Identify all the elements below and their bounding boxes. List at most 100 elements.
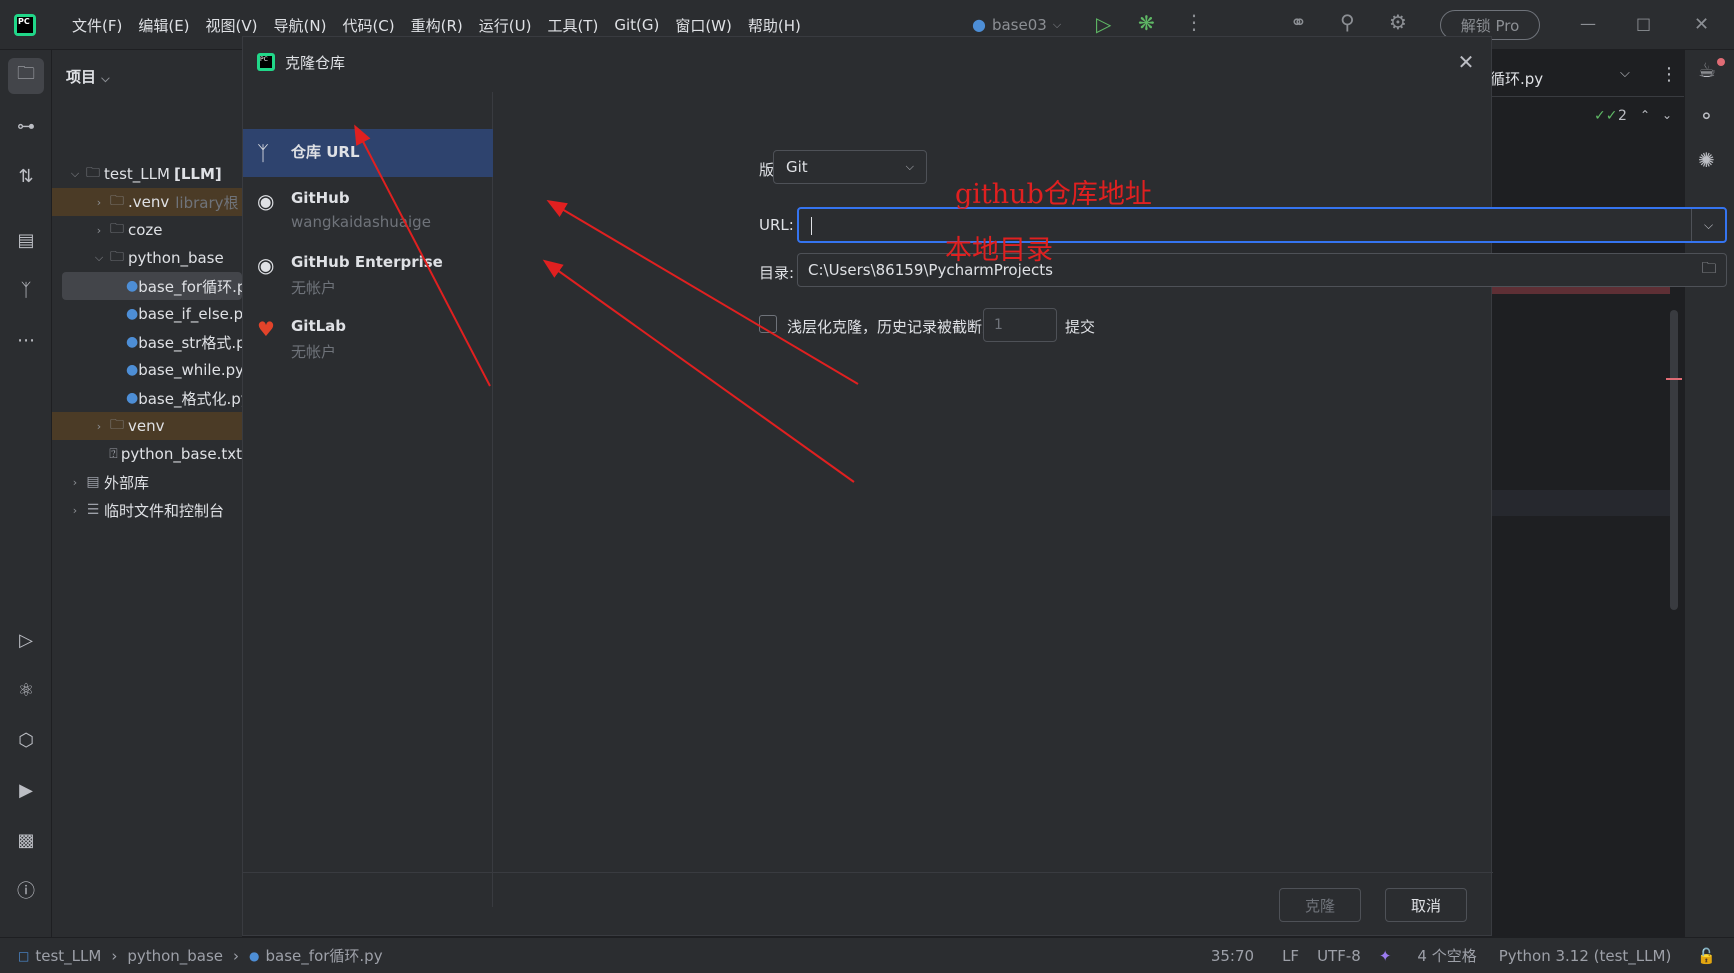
url-field[interactable]: ⌵ bbox=[797, 207, 1727, 243]
python-file-icon: ● bbox=[126, 362, 139, 378]
search-icon[interactable]: ⚲ bbox=[1340, 12, 1355, 32]
provider-repository-url[interactable]: ᛉ 仓库 URL bbox=[243, 129, 493, 177]
services-icon[interactable]: ▶ bbox=[8, 772, 44, 808]
shallow-depth-input[interactable]: 1 bbox=[983, 308, 1057, 342]
minimize-icon[interactable]: — bbox=[1580, 14, 1596, 33]
chevron-down-icon[interactable]: ⌵ bbox=[68, 167, 82, 181]
pycharm-logo-icon: PC bbox=[257, 53, 275, 71]
menu-navigate[interactable]: 导航(N) bbox=[266, 15, 335, 36]
tree-item-coze[interactable]: › 🗀 coze bbox=[52, 216, 242, 244]
gear-icon[interactable]: ⚙ bbox=[1389, 12, 1407, 32]
caret-position[interactable]: 35:70 bbox=[1211, 947, 1254, 965]
python-interpreter[interactable]: Python 3.12 (test_LLM) bbox=[1499, 947, 1672, 965]
close-window-icon[interactable]: ✕ bbox=[1694, 14, 1709, 35]
lock-icon[interactable]: 🔓 bbox=[1697, 947, 1716, 965]
menu-window[interactable]: 窗口(W) bbox=[667, 15, 740, 36]
menu-tools[interactable]: 工具(T) bbox=[539, 15, 606, 36]
provider-gitlab[interactable]: ♥ GitLab 无帐户 bbox=[243, 305, 493, 369]
folder-icon: 🗀 bbox=[110, 249, 124, 265]
tab-more-icon[interactable]: ⋮ bbox=[1660, 64, 1678, 85]
tree-item-text-file[interactable]: ⍰ python_base.txt bbox=[52, 440, 242, 468]
cancel-button[interactable]: 取消 bbox=[1385, 888, 1467, 922]
provider-github-enterprise[interactable]: ◉ GitHub Enterprise 无帐户 bbox=[243, 241, 493, 305]
chevron-right-icon[interactable]: › bbox=[92, 196, 106, 209]
notifications-icon[interactable]: ☕ bbox=[1698, 58, 1716, 82]
more-tools-icon[interactable]: ⋯ bbox=[8, 322, 44, 358]
project-pane-title[interactable]: 项目 ⌵ bbox=[66, 66, 110, 87]
vcs-select[interactable]: Git ⌵ bbox=[773, 150, 927, 184]
chevron-right-icon[interactable]: › bbox=[92, 420, 106, 433]
git-branch-icon[interactable]: ᛉ bbox=[8, 272, 44, 308]
editor-tab-label[interactable]: 循环.py bbox=[1490, 68, 1543, 89]
ai-assistant-icon[interactable]: ⚬ bbox=[1698, 104, 1715, 128]
directory-input[interactable] bbox=[798, 254, 1692, 286]
vertical-scrollbar[interactable] bbox=[1670, 310, 1678, 610]
url-input[interactable] bbox=[799, 209, 1691, 241]
more-actions-icon[interactable]: ⋮ bbox=[1184, 12, 1204, 32]
pycharm-logo-icon[interactable]: PC bbox=[14, 14, 36, 36]
menu-git[interactable]: Git(G) bbox=[606, 16, 667, 34]
shallow-clone-label: 浅层化克隆，历史记录被截断为 bbox=[787, 318, 998, 336]
clone-button[interactable]: 克隆 bbox=[1279, 888, 1361, 922]
tree-item-root[interactable]: ⌵ 🗀 test_LLM [LLM] bbox=[52, 160, 242, 188]
prev-highlight-icon[interactable]: ⌃ bbox=[1640, 108, 1650, 122]
maximize-icon[interactable]: □ bbox=[1636, 14, 1651, 33]
run-config-label: base03 bbox=[991, 16, 1047, 34]
file-encoding[interactable]: UTF-8 bbox=[1317, 947, 1361, 965]
problems-icon[interactable]: ⓘ bbox=[8, 872, 44, 908]
clone-repository-dialog: PC 克隆仓库 ✕ ᛉ 仓库 URL ◉ GitHub wangkaidashu… bbox=[242, 36, 1727, 936]
folder-icon[interactable]: 🗀 bbox=[8, 58, 44, 94]
chevron-right-icon[interactable]: › bbox=[68, 504, 82, 517]
error-stripe-mark[interactable] bbox=[1666, 378, 1682, 380]
tree-item-file[interactable]: ● base_str格式.py bbox=[52, 328, 242, 356]
shallow-clone-checkbox[interactable] bbox=[759, 315, 777, 333]
breadcrumb-project[interactable]: test_LLM bbox=[35, 947, 101, 965]
python-console-icon[interactable]: ⚛ bbox=[8, 672, 44, 708]
tree-item-file[interactable]: ● base_格式化.py bbox=[52, 384, 242, 412]
terminal-icon[interactable]: ▩ bbox=[8, 822, 44, 858]
commit-icon[interactable]: ⊶ bbox=[8, 108, 44, 144]
directory-field[interactable]: 🗀 bbox=[797, 253, 1727, 287]
breadcrumb-folder[interactable]: python_base bbox=[127, 947, 223, 965]
inspection-check-icon[interactable]: ✓✓ bbox=[1594, 108, 1617, 124]
tree-item-venv[interactable]: › 🗀 venv bbox=[52, 412, 242, 440]
url-history-chevron-icon[interactable]: ⌵ bbox=[1691, 209, 1725, 241]
project-pane: 项目 ⌵ ⌵ 🗀 test_LLM [LLM] › 🗀 .venv librar… bbox=[52, 50, 242, 937]
menu-code[interactable]: 代码(C) bbox=[334, 15, 402, 36]
menu-view[interactable]: 视图(V) bbox=[198, 15, 266, 36]
tree-item-file[interactable]: ● base_if_else.py bbox=[52, 300, 242, 328]
ai-chat-icon[interactable]: ✺ bbox=[1698, 148, 1715, 172]
indent-setting[interactable]: 4 个空格 bbox=[1417, 945, 1476, 966]
menu-refactor[interactable]: 重构(R) bbox=[403, 15, 471, 36]
line-separator[interactable]: LF bbox=[1282, 947, 1299, 965]
menu-run[interactable]: 运行(U) bbox=[471, 15, 540, 36]
chevron-down-icon[interactable]: ⌵ bbox=[92, 251, 106, 265]
right-tool-strip: ☕ ⚬ ✺ bbox=[1684, 50, 1734, 937]
tree-item-venv-hidden[interactable]: › 🗀 .venv library根 bbox=[52, 188, 242, 216]
add-user-icon[interactable]: ⚭ bbox=[1290, 12, 1307, 32]
ai-status-icon[interactable]: ✦ bbox=[1379, 947, 1392, 965]
python-packages-icon[interactable]: ⬡ bbox=[8, 722, 44, 758]
run-tool-icon[interactable]: ▷ bbox=[8, 622, 44, 658]
menu-file[interactable]: 文件(F) bbox=[64, 15, 130, 36]
pull-request-icon[interactable]: ⇅ bbox=[8, 158, 44, 194]
tab-list-chevron-icon[interactable]: ⌵ bbox=[1620, 66, 1630, 81]
menu-edit[interactable]: 编辑(E) bbox=[130, 15, 197, 36]
provider-github[interactable]: ◉ GitHub wangkaidashuaige bbox=[243, 177, 493, 241]
next-highlight-icon[interactable]: ⌄ bbox=[1662, 108, 1672, 122]
close-icon[interactable]: ✕ bbox=[1453, 49, 1479, 75]
structure-icon[interactable]: ▤ bbox=[8, 222, 44, 258]
tree-item-scratches[interactable]: › ☰ 临时文件和控制台 bbox=[52, 496, 242, 524]
browse-folder-icon[interactable]: 🗀 bbox=[1692, 258, 1726, 283]
menu-help[interactable]: 帮助(H) bbox=[740, 15, 809, 36]
chevron-right-icon[interactable]: › bbox=[68, 476, 82, 489]
tree-item-external-libs[interactable]: › ▤ 外部库 bbox=[52, 468, 242, 496]
tree-item-file[interactable]: ● base_for循环.py bbox=[62, 272, 242, 300]
tree-item-file[interactable]: ● base_while.py bbox=[52, 356, 242, 384]
tree-item-python-base[interactable]: ⌵ 🗀 python_base bbox=[52, 244, 242, 272]
breadcrumb-file[interactable]: base_for循环.py bbox=[266, 945, 383, 966]
run-icon[interactable]: ▷ bbox=[1096, 14, 1111, 34]
debug-icon[interactable]: ❋ bbox=[1138, 13, 1155, 33]
run-config-selector[interactable]: ● base03 ⌵ bbox=[972, 12, 1061, 38]
chevron-right-icon[interactable]: › bbox=[92, 224, 106, 237]
